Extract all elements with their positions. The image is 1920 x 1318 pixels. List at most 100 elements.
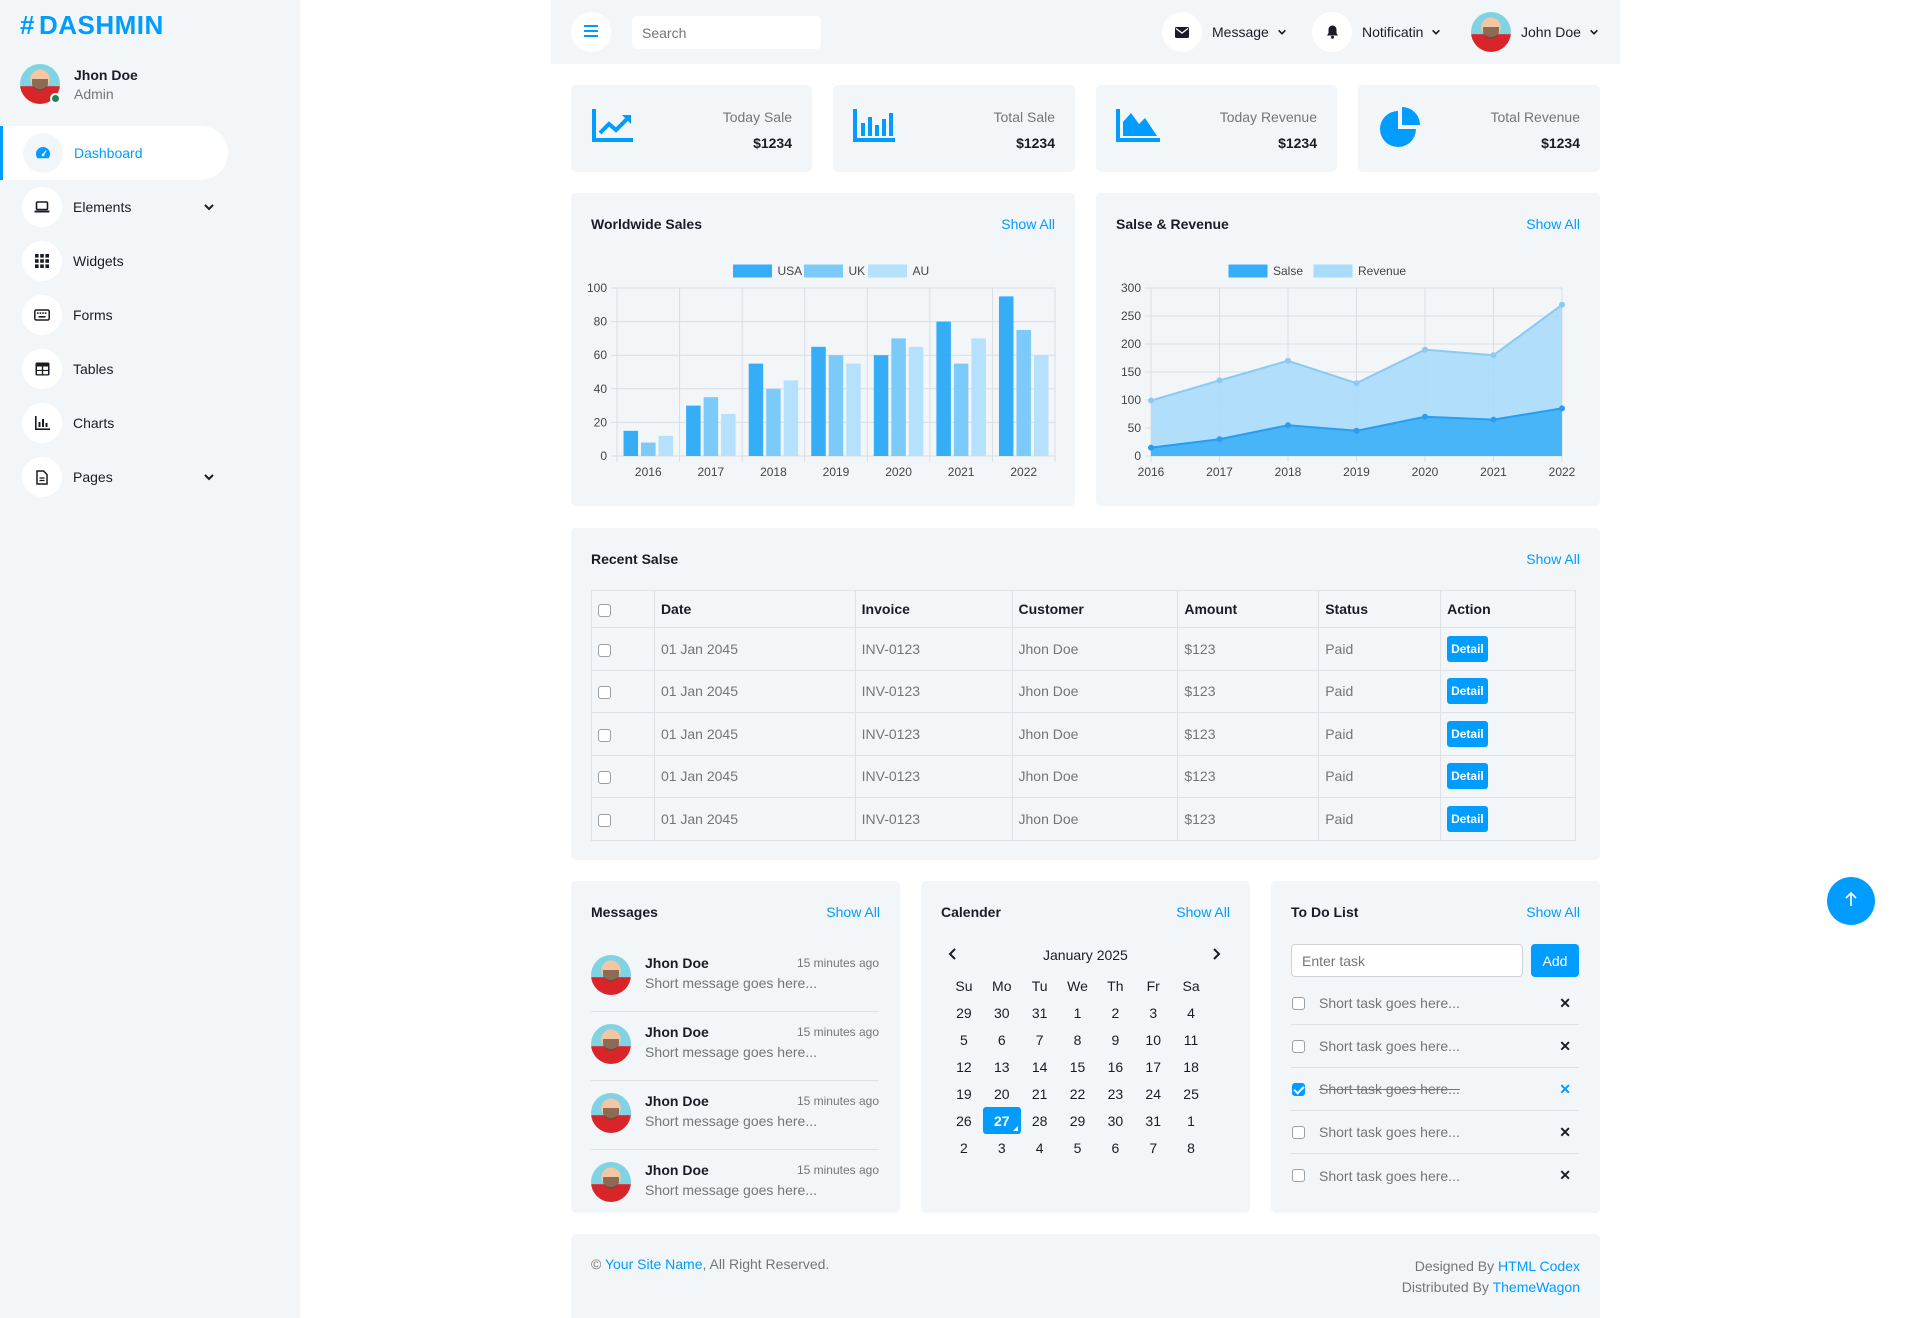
message-item[interactable]: Jhon Doe 15 minutes ago Short message go… (591, 1150, 879, 1219)
stat-card-today-revenue: Today Revenue $1234 (1096, 85, 1337, 172)
close-icon[interactable]: ✕ (1559, 1124, 1571, 1141)
detail-button[interactable]: Detail (1447, 678, 1488, 705)
row-checkbox[interactable] (598, 686, 611, 700)
todo-input[interactable] (1291, 944, 1523, 977)
calendar-day[interactable]: 3 (983, 1134, 1021, 1161)
calendar-day[interactable]: 7 (1021, 1026, 1059, 1053)
todo-checkbox[interactable] (1292, 1125, 1305, 1139)
show-all-link[interactable]: Show All (1526, 904, 1580, 920)
worldwide-sales-chart: USA UK AU 0 20 40 60 80 100 2016 2017 2018 2019 2020 2… (587, 264, 1056, 479)
calendar-day[interactable]: 23 (1096, 1080, 1134, 1107)
calendar-day[interactable]: 17 (1134, 1053, 1172, 1080)
chevron-down-icon (203, 200, 215, 217)
detail-button[interactable]: Detail (1447, 635, 1488, 662)
sidebar-item-tables[interactable]: Tables (0, 342, 300, 396)
calendar-day[interactable]: 24 (1134, 1080, 1172, 1107)
message-item[interactable]: Jhon Doe 15 minutes ago Short message go… (591, 1012, 879, 1081)
user-dropdown[interactable]: John Doe (1471, 12, 1599, 52)
designer-link[interactable]: HTML Codex (1498, 1258, 1580, 1274)
sidebar-toggle-button[interactable] (571, 12, 611, 52)
calendar-day[interactable]: 26 (945, 1107, 983, 1134)
sidebar-item-forms[interactable]: Forms (0, 288, 300, 342)
calendar-day[interactable]: 16 (1096, 1053, 1134, 1080)
calendar-day[interactable]: 9 (1096, 1026, 1134, 1053)
message-label: Message (1212, 24, 1269, 40)
select-all-checkbox[interactable] (598, 603, 611, 617)
calendar-day[interactable]: 29 (945, 999, 983, 1026)
calendar-day[interactable]: 21 (1021, 1080, 1059, 1107)
close-icon[interactable]: ✕ (1559, 1167, 1571, 1184)
detail-button[interactable]: Detail (1447, 720, 1488, 747)
y-tick-label: 60 (594, 348, 608, 362)
calendar-day[interactable]: 7 (1134, 1134, 1172, 1161)
calendar-day[interactable]: 31 (1134, 1107, 1172, 1134)
back-to-top-button[interactable] (1827, 877, 1875, 925)
calendar-day[interactable]: 2 (1096, 999, 1134, 1026)
brand-logo[interactable]: # DASHMIN (20, 10, 164, 41)
calendar-day[interactable]: 1 (1172, 1107, 1210, 1134)
calendar-day[interactable]: 31 (1021, 999, 1059, 1026)
sidebar-item-widgets[interactable]: Widgets (0, 234, 300, 288)
calendar-day[interactable]: 5 (945, 1026, 983, 1053)
close-icon[interactable]: ✕ (1559, 1038, 1571, 1055)
calendar-day[interactable]: 11 (1172, 1026, 1210, 1053)
calendar-day[interactable]: 30 (983, 999, 1021, 1026)
calendar-day[interactable]: 3 (1134, 999, 1172, 1026)
calendar-day[interactable]: 28 (1021, 1107, 1059, 1134)
todo-checkbox[interactable] (1292, 996, 1305, 1010)
calendar-day[interactable]: 8 (1172, 1134, 1210, 1161)
calendar-day[interactable]: 1 (1059, 999, 1097, 1026)
calendar-day[interactable]: 29 (1059, 1107, 1097, 1134)
y-tick-label: 150 (1121, 365, 1141, 379)
calendar-day[interactable]: 20 (983, 1080, 1021, 1107)
show-all-link[interactable]: Show All (1526, 551, 1580, 567)
add-task-button[interactable]: Add (1531, 944, 1579, 977)
message-item[interactable]: Jhon Doe 15 minutes ago Short message go… (591, 1081, 879, 1150)
todo-checkbox[interactable] (1292, 1039, 1305, 1053)
row-checkbox[interactable] (598, 813, 611, 827)
notification-dropdown[interactable]: Notificatin (1312, 12, 1441, 52)
distributor-link[interactable]: ThemeWagon (1493, 1279, 1580, 1295)
calendar-day[interactable]: 5 (1059, 1134, 1097, 1161)
calendar-day[interactable]: 13 (983, 1053, 1021, 1080)
message-dropdown[interactable]: Message (1162, 12, 1287, 52)
detail-button[interactable]: Detail (1447, 763, 1488, 790)
calendar-day[interactable]: 4 (1172, 999, 1210, 1026)
show-all-link[interactable]: Show All (826, 904, 880, 920)
site-name-link[interactable]: Your Site Name (605, 1256, 703, 1272)
calendar-day[interactable]: 8 (1059, 1026, 1097, 1053)
calendar-day[interactable]: 6 (1096, 1134, 1134, 1161)
calendar-day[interactable]: 6 (983, 1026, 1021, 1053)
footer-copyright: © Your Site Name, All Right Reserved. (591, 1256, 829, 1272)
calendar-day[interactable]: 18 (1172, 1053, 1210, 1080)
calendar-day[interactable]: 4 (1021, 1134, 1059, 1161)
calendar-day[interactable]: 10 (1134, 1026, 1172, 1053)
calendar-day[interactable]: 25 (1172, 1080, 1210, 1107)
show-all-link[interactable]: Show All (1176, 904, 1230, 920)
row-checkbox[interactable] (598, 771, 611, 785)
close-icon[interactable]: ✕ (1559, 1081, 1571, 1098)
laptop-icon (22, 187, 62, 227)
calendar-prev-button[interactable] (948, 947, 958, 963)
row-checkbox[interactable] (598, 728, 611, 742)
calendar-day[interactable]: 15 (1059, 1053, 1097, 1080)
row-checkbox[interactable] (598, 643, 611, 657)
calendar-day[interactable]: 2 (945, 1134, 983, 1161)
todo-checkbox[interactable] (1292, 1169, 1305, 1182)
sidebar-item-dashboard[interactable]: Dashboard (0, 126, 228, 180)
calendar-day-selected[interactable]: 27 (982, 1107, 1021, 1134)
calendar-day[interactable]: 19 (945, 1080, 983, 1107)
detail-button[interactable]: Detail (1447, 805, 1488, 832)
calendar-day[interactable]: 22 (1059, 1080, 1097, 1107)
sidebar-item-elements[interactable]: Elements (0, 180, 300, 234)
calendar-day[interactable]: 30 (1096, 1107, 1134, 1134)
sidebar-item-charts[interactable]: Charts (0, 396, 300, 450)
close-icon[interactable]: ✕ (1559, 995, 1571, 1012)
calendar-day[interactable]: 12 (945, 1053, 983, 1080)
todo-checkbox[interactable] (1292, 1082, 1305, 1096)
calendar-next-button[interactable] (1211, 947, 1221, 963)
search-input[interactable] (632, 16, 821, 49)
message-item[interactable]: Jhon Doe 15 minutes ago Short message go… (591, 943, 879, 1012)
calendar-day[interactable]: 14 (1021, 1053, 1059, 1080)
sidebar-item-pages[interactable]: Pages (0, 450, 300, 504)
